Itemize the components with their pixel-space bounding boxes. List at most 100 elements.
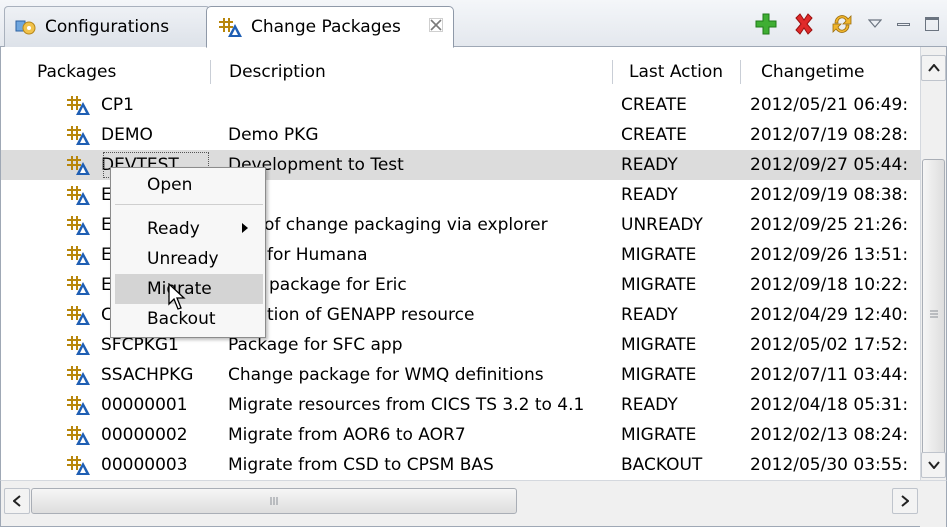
tab-configurations[interactable]: Configurations <box>4 6 210 47</box>
minimize-icon[interactable] <box>895 11 911 37</box>
menu-item-backout[interactable]: Backout <box>115 304 263 334</box>
scroll-left-button[interactable] <box>4 488 30 514</box>
cell-description: Development to Test <box>228 155 404 175</box>
cell-last-action: READY <box>621 395 678 415</box>
column-header-changetime[interactable]: Changetime <box>751 54 865 90</box>
submenu-arrow-icon <box>241 222 249 237</box>
cell-last-action: MIGRATE <box>621 245 697 265</box>
column-divider[interactable] <box>740 60 741 84</box>
cell-description: Package for SFC app <box>228 335 403 355</box>
cell-description: Migrate from CSD to CPSM BAS <box>228 455 494 475</box>
column-header-description[interactable]: Description <box>219 54 326 90</box>
table-row[interactable]: 00000002 Migrate from AOR6 to AOR7 MIGRA… <box>1 420 921 450</box>
package-icon <box>65 420 91 450</box>
scroll-down-button[interactable] <box>921 452 946 478</box>
package-icon <box>65 150 91 180</box>
menu-item-label: Open <box>147 175 193 195</box>
package-icon <box>65 240 91 270</box>
column-header-last-action[interactable]: Last Action <box>619 54 723 90</box>
column-divider[interactable] <box>612 60 613 84</box>
package-icon <box>65 450 91 480</box>
scroll-up-button[interactable] <box>921 55 946 81</box>
menu-separator <box>115 204 263 205</box>
vertical-scrollbar[interactable] <box>920 47 946 480</box>
package-icon <box>65 330 91 360</box>
cell-changetime: 2012/09/26 13:51: <box>750 245 909 265</box>
cell-description <box>228 180 613 210</box>
menu-item-open[interactable]: Open <box>115 170 263 200</box>
cell-description: Demo PKG <box>228 125 319 145</box>
column-header-label: Packages <box>37 62 117 82</box>
package-icon <box>65 120 91 150</box>
cell-package: CP1 <box>101 95 134 115</box>
tab-change-packages-label: Change Packages <box>251 17 401 37</box>
horizontal-scroll-thumb[interactable] <box>31 488 517 514</box>
table-row[interactable]: 00000003 Migrate from CSD to CPSM BAS BA… <box>1 450 921 480</box>
menu-item-migrate[interactable]: Migrate <box>115 274 263 304</box>
scroll-right-button[interactable] <box>892 488 918 514</box>
view-menu-icon[interactable] <box>867 11 883 37</box>
column-header-label: Last Action <box>629 62 724 82</box>
cell-changetime: 2012/07/11 03:44: <box>750 365 909 385</box>
add-icon[interactable] <box>753 11 779 37</box>
column-divider[interactable] <box>210 60 211 84</box>
cell-last-action: READY <box>621 305 678 325</box>
table-row[interactable]: DEMO Demo PKG CREATE 2012/07/19 08:28: <box>1 120 921 150</box>
package-icon <box>65 360 91 390</box>
tab-change-packages[interactable]: Change Packages <box>206 6 454 48</box>
menu-item-ready[interactable]: Ready <box>115 214 263 244</box>
tab-configurations-label: Configurations <box>45 17 170 37</box>
configurations-icon <box>15 17 37 37</box>
cell-changetime: 2012/09/27 05:44: <box>750 155 909 175</box>
context-menu: Open Ready Unready Migrate Backout <box>110 167 266 338</box>
menu-item-label: Backout <box>147 309 216 329</box>
table-row[interactable]: SSACHPKG Change package for WMQ definiti… <box>1 360 921 390</box>
delete-icon[interactable] <box>791 11 817 37</box>
sync-icon[interactable] <box>829 11 855 37</box>
cell-changetime: 2012/07/19 08:28: <box>750 125 909 145</box>
package-icon <box>65 390 91 420</box>
menu-item-unready[interactable]: Unready <box>115 244 263 274</box>
maximize-icon[interactable] <box>923 11 941 37</box>
cell-changetime: 2012/05/02 17:52: <box>750 335 909 355</box>
close-icon[interactable] <box>429 18 443 36</box>
cell-last-action: READY <box>621 155 678 175</box>
cell-package: 00000003 <box>101 455 188 475</box>
cell-description: package for Eric <box>269 275 407 295</box>
cell-description: of change packaging via explorer <box>264 215 548 235</box>
column-header-packages[interactable]: Packages <box>27 54 116 90</box>
cell-description: Migrate resources from CICS TS 3.2 to 4.… <box>228 395 585 415</box>
view-toolbar <box>753 8 941 40</box>
cell-changetime: 2012/09/19 08:38: <box>750 185 909 205</box>
mouse-cursor-icon <box>168 283 186 310</box>
cell-package: SSACHPKG <box>101 365 194 385</box>
cell-last-action: UNREADY <box>621 215 703 235</box>
horizontal-scrollbar[interactable] <box>0 480 947 527</box>
cell-last-action: MIGRATE <box>621 275 697 295</box>
vertical-scroll-thumb[interactable] <box>922 159 945 469</box>
cell-package: 00000002 <box>101 425 188 445</box>
cell-changetime: 2012/05/21 06:49: <box>750 95 909 115</box>
cell-description: Change package for WMQ definitions <box>228 365 544 385</box>
cell-description: for Humana <box>267 245 368 265</box>
cell-package: DEMO <box>101 125 153 145</box>
cell-package: 00000001 <box>101 395 188 415</box>
table-row[interactable]: 00000001 Migrate resources from CICS TS … <box>1 390 921 420</box>
package-icon <box>65 180 91 210</box>
cell-changetime: 2012/04/29 12:40: <box>750 305 909 325</box>
package-icon <box>217 16 243 38</box>
cell-last-action: CREATE <box>621 125 687 145</box>
table-row[interactable]: CP1 CREATE 2012/05/21 06:49: <box>1 90 921 120</box>
cell-changetime: 2012/04/18 05:31: <box>750 395 909 415</box>
cell-last-action: BACKOUT <box>621 455 703 475</box>
cell-last-action: MIGRATE <box>621 425 697 445</box>
cell-description: tion of GENAPP resource <box>267 305 475 325</box>
cell-changetime: 2012/05/30 03:55: <box>750 455 909 475</box>
cell-changetime: 2012/09/25 21:26: <box>750 215 909 235</box>
cell-last-action: MIGRATE <box>621 335 697 355</box>
package-icon <box>65 300 91 330</box>
package-icon <box>65 90 91 120</box>
column-header-label: Changetime <box>761 62 865 82</box>
cell-last-action: MIGRATE <box>621 365 697 385</box>
cell-last-action: READY <box>621 185 678 205</box>
